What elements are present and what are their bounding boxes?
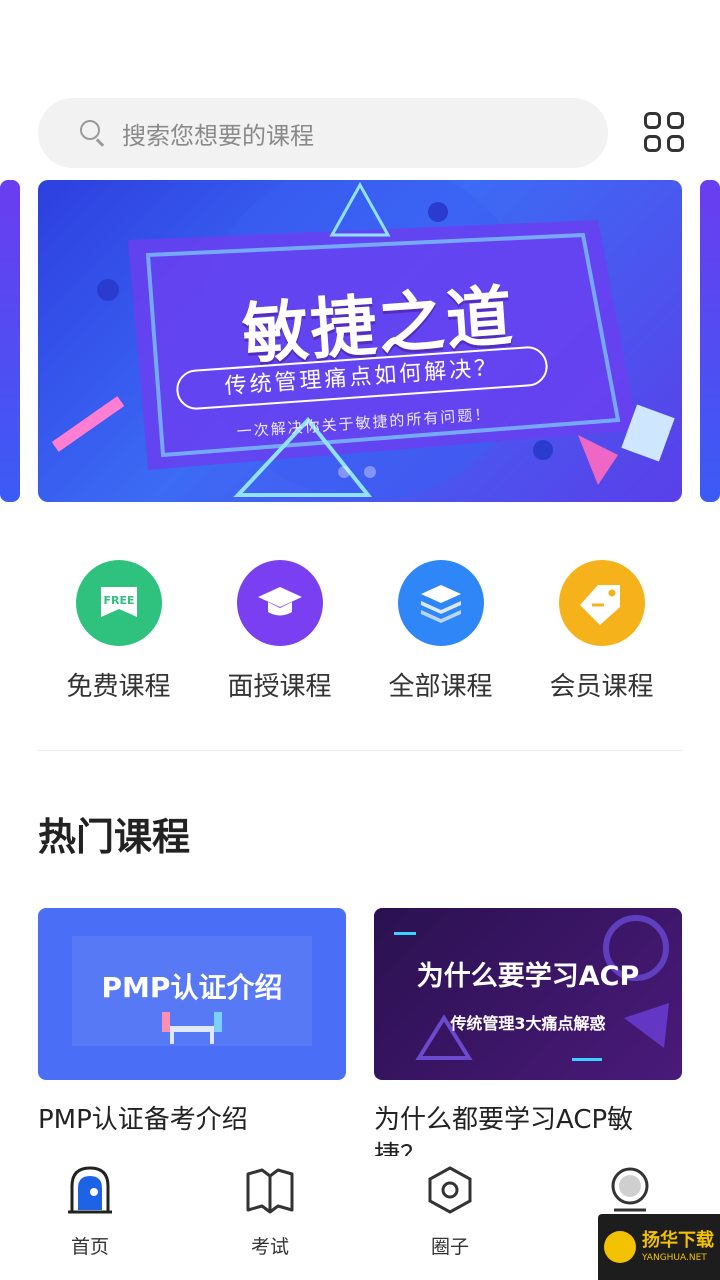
search-input[interactable]: 搜索您想要的课程 [122, 116, 314, 151]
nav-item-exam[interactable]: 考试 [180, 1156, 360, 1280]
course-card-acp[interactable]: 为什么要学习ACP 传统管理3大痛点解惑 为什么都要学习ACP敏捷？ [374, 908, 682, 1174]
category-label: 免费课程 [66, 672, 171, 702]
banner-previous-peek[interactable] [0, 180, 20, 502]
course-thumbnail-text: 为什么要学习ACP [416, 961, 640, 992]
section-divider [38, 750, 682, 751]
course-thumbnail: PMP认证介绍 [38, 908, 346, 1080]
category-label: 面授课程 [227, 672, 332, 702]
course-card-pmp[interactable]: PMP认证介绍 PMP认证备考介绍 [38, 908, 346, 1138]
category-label: 会员课程 [549, 672, 654, 702]
search-icon [78, 118, 108, 148]
category-face-to-face[interactable]: 面授课程 [199, 560, 360, 703]
nav-label: 圈子 [430, 1236, 469, 1258]
profile-icon [604, 1164, 656, 1216]
category-grid-icon[interactable] [644, 112, 684, 152]
banner-slide[interactable]: 敏捷之道 传统管理痛点如何解决？ 一次解决你关于敏捷的所有问题！ [38, 180, 682, 502]
free-tag-icon: FREE [75, 560, 162, 646]
home-icon [64, 1164, 116, 1216]
category-free[interactable]: FREE 免费课程 [38, 560, 199, 703]
banner-next-peek[interactable] [700, 180, 720, 502]
search-bar[interactable]: 搜索您想要的课程 [38, 98, 608, 168]
watermark-logo-icon [604, 1231, 636, 1263]
course-thumbnail-subtext: 传统管理3大痛点解惑 [450, 1014, 606, 1033]
graduation-cap-icon [236, 560, 323, 646]
nav-item-circle[interactable]: 圈子 [360, 1156, 540, 1280]
free-badge-text: FREE [103, 594, 134, 607]
course-thumbnail-text: PMP认证介绍 [101, 971, 283, 1004]
book-icon [244, 1164, 296, 1216]
layers-icon [397, 560, 484, 646]
app-screen: 搜索您想要的课程 敏捷之道 传统管理痛点如何解决？ 一次解决你关于敏捷的所有问题… [0, 0, 720, 1280]
watermark-text: 扬华下载 [642, 1230, 714, 1251]
category-row: FREE 免费课程 面授课程 全部课程 会员课程 [38, 560, 682, 703]
course-thumbnail-art [394, 915, 669, 1061]
hot-courses-title: 热门课程 [38, 815, 191, 859]
category-all[interactable]: 全部课程 [360, 560, 521, 703]
category-label: 全部课程 [388, 672, 493, 702]
nav-label: 首页 [70, 1236, 109, 1258]
course-thumbnail: 为什么要学习ACP 传统管理3大痛点解惑 [374, 908, 682, 1080]
nav-item-home[interactable]: 首页 [0, 1156, 180, 1280]
hexagon-icon [424, 1164, 476, 1216]
site-watermark: 扬华下载 YANGHUA.NET [598, 1214, 720, 1280]
nav-label: 考试 [250, 1236, 289, 1258]
category-member[interactable]: 会员课程 [521, 560, 682, 703]
course-title: PMP认证备考介绍 [38, 1105, 248, 1135]
watermark-url: YANGHUA.NET [642, 1253, 707, 1263]
carousel-indicator [338, 466, 376, 478]
meeting-illustration-icon [162, 1012, 222, 1044]
vip-tag-icon [558, 560, 645, 646]
